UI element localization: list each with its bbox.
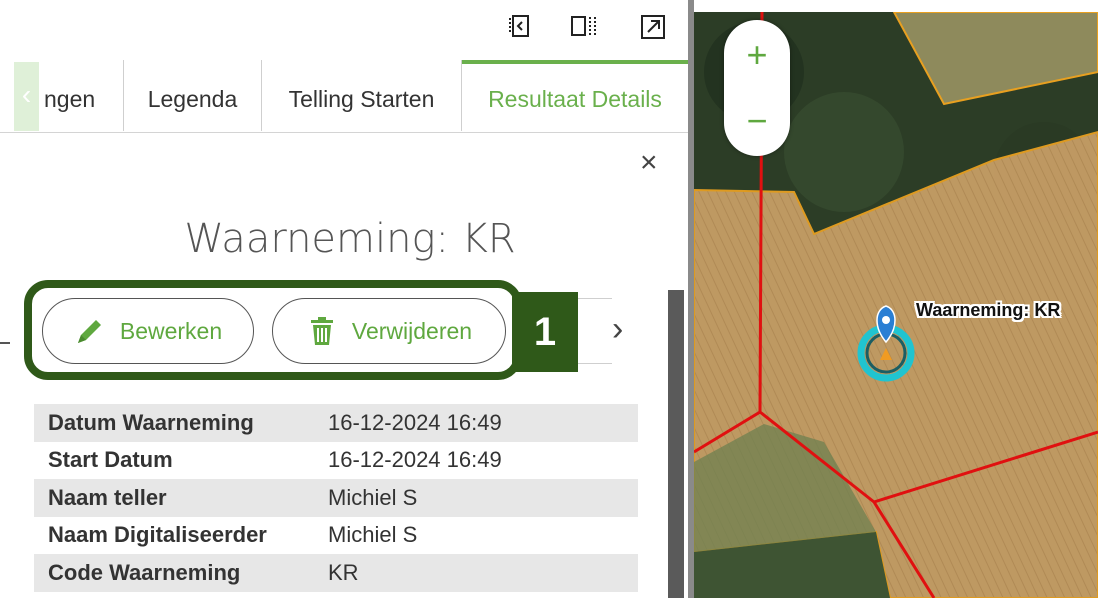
open-external-icon[interactable]: [640, 14, 665, 39]
row-key: Naam Digitaliseerder: [48, 522, 267, 548]
callout-highlight-box: [24, 280, 522, 380]
zoom-out-button[interactable]: −: [724, 88, 790, 154]
tab-bar: ngen Legenda Telling Starten Resultaat D…: [0, 60, 688, 133]
row-value: Michiel S: [328, 522, 418, 548]
row-value: 16-12-2024 16:49: [328, 409, 502, 435]
row-value: 16-12-2024 16:49: [328, 447, 502, 473]
table-row: Datum Waarneming 16-12-2024 16:49: [34, 404, 638, 442]
collapse-panel-icon[interactable]: [508, 14, 532, 38]
row-key: Code Waarneming: [48, 559, 241, 585]
table-row: Naam Digitaliseerder Michiel S: [34, 517, 638, 555]
marker-label: Waarneming: KR: [916, 300, 1061, 320]
page-title: Waarneming: KR: [184, 216, 516, 262]
tab-label: Telling Starten: [288, 86, 435, 112]
tab-legenda[interactable]: Legenda: [124, 60, 262, 131]
tab-resultaat-details[interactable]: Resultaat Details: [462, 60, 688, 131]
close-icon[interactable]: ×: [640, 148, 658, 178]
split-view-icon[interactable]: [570, 14, 596, 38]
tab-telling-starten[interactable]: Telling Starten: [262, 60, 462, 131]
tab-scroll-left-button[interactable]: ‹: [14, 62, 39, 131]
table-row: Naam teller Michiel S: [34, 479, 638, 517]
table-row: Code Waarneming KR: [34, 554, 638, 592]
callout-badge: 1: [512, 292, 578, 372]
details-table: Datum Waarneming 16-12-2024 16:49 Start D…: [34, 404, 638, 592]
zoom-in-button[interactable]: +: [724, 22, 790, 88]
row-key: Datum Waarneming: [48, 409, 254, 435]
row-key: Start Datum: [48, 447, 173, 473]
zoom-control: + −: [724, 20, 790, 156]
row-key: Naam teller: [48, 484, 167, 510]
details-panel: ngen Legenda Telling Starten Resultaat D…: [0, 0, 688, 598]
callout-pointer: [0, 342, 10, 344]
chevron-right-icon[interactable]: ›: [612, 310, 623, 349]
table-row: Start Datum 16-12-2024 16:49: [34, 442, 638, 480]
chevron-left-icon: ‹: [21, 79, 32, 110]
tab-label: Legenda: [147, 86, 238, 112]
row-value: KR: [328, 559, 359, 585]
row-value: Michiel S: [328, 484, 418, 510]
tab-label: ngen: [44, 86, 96, 112]
tab-label: Resultaat Details: [488, 86, 662, 112]
scrollbar[interactable]: [668, 290, 684, 598]
